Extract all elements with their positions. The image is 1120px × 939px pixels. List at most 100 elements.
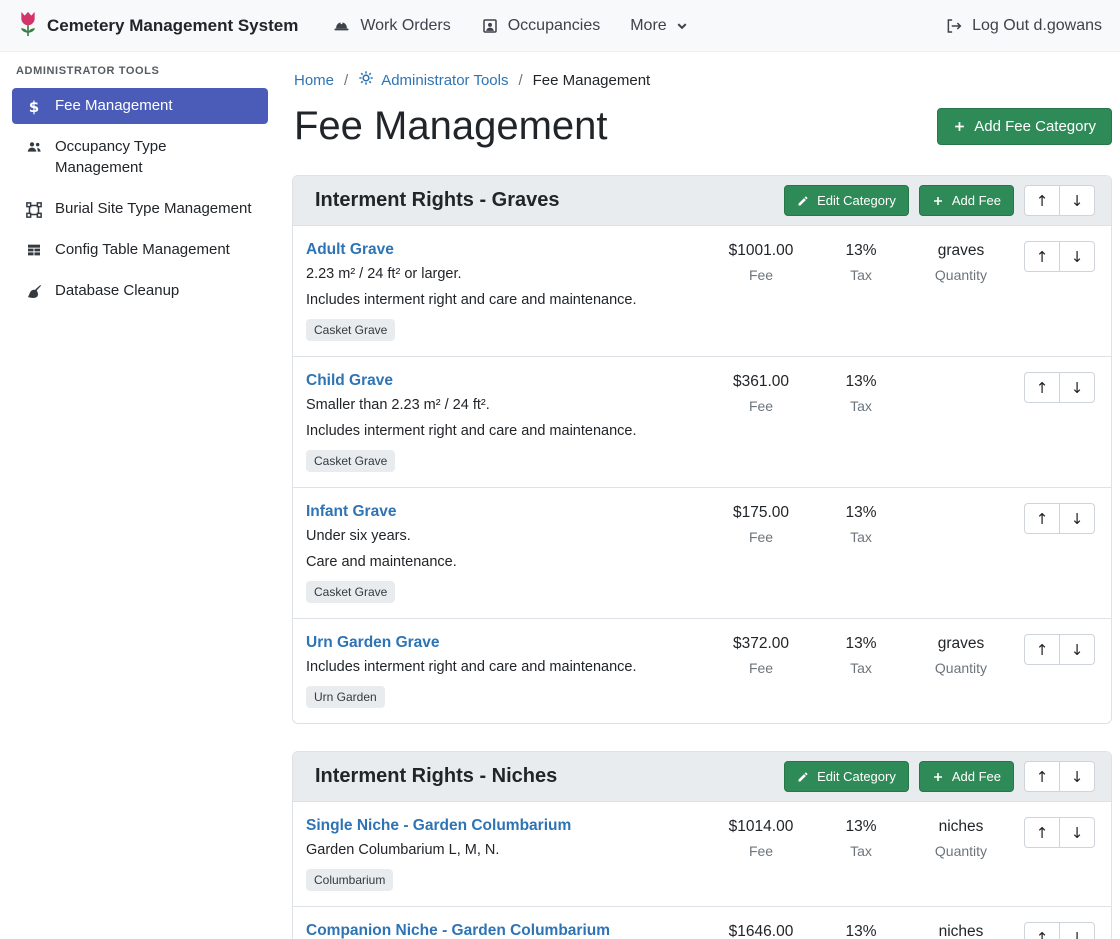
fee-label: Fee bbox=[711, 267, 811, 283]
fee-move-down-button[interactable]: ↓ bbox=[1059, 503, 1095, 534]
arrow-up-icon: ↑ bbox=[1036, 379, 1049, 397]
fee-row: Companion Niche - Garden Columbarium Gar… bbox=[293, 906, 1111, 939]
tax-col: 13% Tax bbox=[811, 241, 911, 283]
fee-info: Single Niche - Garden Columbarium Garden… bbox=[306, 817, 711, 891]
fee-amount-col: $1014.00 Fee bbox=[711, 817, 811, 859]
quantity-col: niches Quantity bbox=[911, 922, 1011, 939]
fee-move-up-button[interactable]: ↑ bbox=[1024, 503, 1060, 534]
sidebar-item-config-table-management[interactable]: Config Table Management bbox=[12, 232, 268, 268]
fee-row: Single Niche - Garden Columbarium Garden… bbox=[293, 802, 1111, 906]
gear-icon bbox=[358, 70, 374, 90]
fee-info: Companion Niche - Garden Columbarium Gar… bbox=[306, 922, 711, 939]
logout-icon bbox=[945, 17, 963, 35]
category-reorder-group: ↑ ↓ bbox=[1024, 761, 1095, 792]
category-move-down-button[interactable]: ↓ bbox=[1059, 185, 1095, 216]
fee-name-link[interactable]: Single Niche - Garden Columbarium bbox=[306, 817, 571, 835]
dollar-icon: $ bbox=[23, 98, 45, 116]
arrow-up-icon: ↑ bbox=[1036, 192, 1049, 210]
arrow-up-icon: ↑ bbox=[1036, 248, 1049, 266]
nav-more[interactable]: More bbox=[630, 17, 687, 35]
tulip-logo-icon bbox=[18, 10, 38, 42]
fee-name-link[interactable]: Companion Niche - Garden Columbarium bbox=[306, 922, 610, 939]
sidebar-item-label: Database Cleanup bbox=[55, 281, 179, 301]
arrow-up-icon: ↑ bbox=[1036, 929, 1049, 939]
table-icon bbox=[23, 242, 45, 258]
add-fee-button[interactable]: Add Fee bbox=[919, 761, 1014, 792]
fee-row: Child Grave Smaller than 2.23 m² / 24 ft… bbox=[293, 356, 1111, 487]
fee-amount: $1014.00 bbox=[711, 818, 811, 836]
fee-move-down-button[interactable]: ↓ bbox=[1059, 634, 1095, 665]
fee-move-up-button[interactable]: ↑ bbox=[1024, 817, 1060, 848]
fee-move-up-button[interactable]: ↑ bbox=[1024, 634, 1060, 665]
fee-move-down-button[interactable]: ↓ bbox=[1059, 241, 1095, 272]
breadcrumb-admin-tools-link[interactable]: Administrator Tools bbox=[358, 70, 508, 90]
edit-category-button[interactable]: Edit Category bbox=[784, 761, 909, 792]
category-reorder-group: ↑ ↓ bbox=[1024, 185, 1095, 216]
arrow-down-icon: ↓ bbox=[1071, 379, 1084, 397]
breadcrumb-home-link[interactable]: Home bbox=[294, 72, 334, 89]
hard-hat-icon bbox=[332, 17, 351, 34]
app-brand: Cemetery Management System bbox=[18, 10, 298, 42]
sidebar-item-occupancy-type-management[interactable]: Occupancy Type Management bbox=[12, 129, 268, 186]
nav-occupancies[interactable]: Occupancies bbox=[481, 17, 601, 35]
tax-col: 13% Tax bbox=[811, 817, 911, 859]
arrow-up-icon: ↑ bbox=[1036, 510, 1049, 528]
button-label: Edit Category bbox=[817, 769, 896, 784]
quantity-value: graves bbox=[911, 242, 1011, 260]
fee-move-up-button[interactable]: ↑ bbox=[1024, 372, 1060, 403]
sidebar-item-label: Fee Management bbox=[55, 96, 173, 116]
fee-name-link[interactable]: Urn Garden Grave bbox=[306, 634, 440, 652]
category-move-down-button[interactable]: ↓ bbox=[1059, 761, 1095, 792]
fee-move-up-button[interactable]: ↑ bbox=[1024, 922, 1060, 939]
sidebar-item-label: Occupancy Type Management bbox=[55, 137, 257, 178]
fee-name-link[interactable]: Infant Grave bbox=[306, 503, 396, 521]
arrow-down-icon: ↓ bbox=[1071, 929, 1084, 939]
sidebar-item-fee-management[interactable]: $ Fee Management bbox=[12, 88, 268, 124]
add-fee-category-button[interactable]: Add Fee Category bbox=[937, 108, 1112, 145]
add-fee-button[interactable]: Add Fee bbox=[919, 185, 1014, 216]
category-move-up-button[interactable]: ↑ bbox=[1024, 185, 1060, 216]
tax-label: Tax bbox=[811, 398, 911, 414]
fee-reorder-group: ↑ ↓ bbox=[1011, 241, 1095, 272]
category-move-up-button[interactable]: ↑ bbox=[1024, 761, 1060, 792]
fee-info: Infant Grave Under six years. Care and m… bbox=[306, 503, 711, 603]
quantity-col: niches Quantity bbox=[911, 817, 1011, 859]
fee-type-badge: Urn Garden bbox=[306, 686, 385, 708]
edit-category-button[interactable]: Edit Category bbox=[784, 185, 909, 216]
title-row: Fee Management Add Fee Category bbox=[294, 104, 1112, 149]
arrow-up-icon: ↑ bbox=[1036, 824, 1049, 842]
sidebar-item-database-cleanup[interactable]: Database Cleanup bbox=[12, 273, 268, 309]
fee-move-down-button[interactable]: ↓ bbox=[1059, 922, 1095, 939]
fee-category-card: Interment Rights - Graves Edit Category … bbox=[292, 175, 1112, 724]
page-title: Fee Management bbox=[294, 104, 608, 149]
users-icon bbox=[23, 139, 45, 155]
arrow-up-icon: ↑ bbox=[1036, 768, 1049, 786]
fee-category-card: Interment Rights - Niches Edit Category … bbox=[292, 751, 1112, 939]
fee-label: Fee bbox=[711, 398, 811, 414]
fee-amount: $372.00 bbox=[711, 635, 811, 653]
fee-name-link[interactable]: Adult Grave bbox=[306, 241, 394, 259]
fee-move-up-button[interactable]: ↑ bbox=[1024, 241, 1060, 272]
broom-icon bbox=[23, 283, 45, 300]
fee-reorder-group: ↑ ↓ bbox=[1011, 634, 1095, 665]
fee-description: Includes interment right and care and ma… bbox=[306, 423, 705, 439]
nav-work-orders[interactable]: Work Orders bbox=[332, 17, 450, 35]
plus-icon bbox=[932, 195, 944, 207]
fee-name-link[interactable]: Child Grave bbox=[306, 372, 393, 390]
tax-col: 13% Tax bbox=[811, 922, 911, 939]
fee-reorder-group: ↑ ↓ bbox=[1011, 922, 1095, 939]
logout-link[interactable]: Log Out d.gowans bbox=[945, 17, 1102, 35]
sidebar-item-burial-site-type-management[interactable]: Burial Site Type Management bbox=[12, 191, 268, 227]
fee-move-down-button[interactable]: ↓ bbox=[1059, 372, 1095, 403]
fee-description: Includes interment right and care and ma… bbox=[306, 292, 705, 308]
fee-description: Garden Columbarium L, M, N. bbox=[306, 842, 705, 858]
tax-label: Tax bbox=[811, 267, 911, 283]
tax-label: Tax bbox=[811, 843, 911, 859]
category-header: Interment Rights - Graves Edit Category … bbox=[293, 176, 1111, 226]
fee-move-down-button[interactable]: ↓ bbox=[1059, 817, 1095, 848]
tax-col: 13% Tax bbox=[811, 372, 911, 414]
app-title: Cemetery Management System bbox=[47, 16, 298, 36]
tax-value: 13% bbox=[811, 504, 911, 522]
fee-amount-col: $1646.00 Fee bbox=[711, 922, 811, 939]
category-title: Interment Rights - Niches bbox=[315, 765, 774, 788]
